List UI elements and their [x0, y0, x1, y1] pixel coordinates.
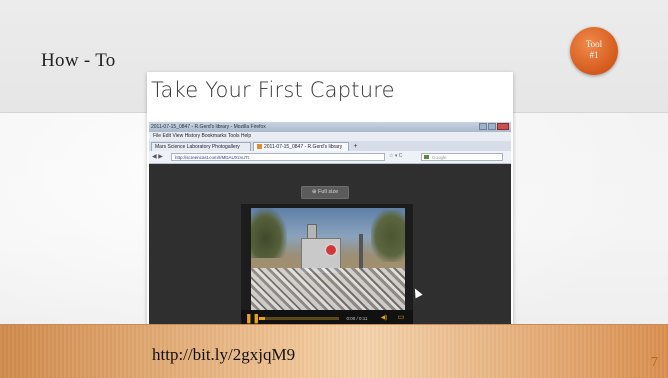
browser-menubar[interactable]: File Edit View History Bookmarks Tools H… [149, 132, 511, 141]
back-forward-icon[interactable]: ◀ ▶ [152, 153, 163, 160]
slide: How - To Tool #1 Take Your First Capture… [0, 0, 668, 378]
footer-link[interactable]: http://bit.ly/2gxjqM9 [152, 345, 295, 365]
tab-label: 2011-07-15_0847 - R.Gerd's library [264, 144, 343, 150]
time-readout: 0:00 / 0:11 [346, 316, 368, 321]
minimize-button[interactable] [479, 123, 487, 130]
slide-title: How - To [41, 50, 116, 71]
browser-window-title: 2011-07-15_0847 - R.Gerd's library - Moz… [151, 124, 266, 130]
full-size-button[interactable]: ⊕ Full size [301, 186, 349, 199]
browser-titlebar: 2011-07-15_0847 - R.Gerd's library - Moz… [149, 122, 511, 132]
progress-fill [259, 317, 266, 320]
reload-icon[interactable]: ☆ ▾ C [389, 153, 402, 159]
rubble-foreground [251, 268, 405, 310]
mouse-cursor-icon [411, 286, 423, 299]
video-frame[interactable] [251, 208, 405, 310]
badge-line1: Tool [585, 39, 603, 49]
fullscreen-icon[interactable]: ▭ [395, 313, 407, 323]
tool-badge: Tool #1 [570, 27, 618, 75]
browser-tabs: Mars Science Laboratory Photogallery 201… [149, 141, 511, 151]
new-tab-button[interactable]: + [351, 142, 360, 151]
volume-icon[interactable]: ◀) [377, 313, 391, 323]
embedded-screenshot: Take Your First Capture 2011-07-15_0847 … [147, 72, 513, 326]
tree-shape [251, 208, 287, 258]
url-input[interactable]: http://screencast.com/t/MDAUXcvuTt [171, 153, 385, 161]
pause-icon[interactable]: ❚❚ [245, 313, 260, 323]
progress-bar[interactable] [259, 317, 339, 320]
video-player[interactable]: ❚❚ 0:00 / 0:11 ◀) ▭ [241, 204, 413, 326]
maximize-button[interactable] [488, 123, 496, 130]
tab-library[interactable]: 2011-07-15_0847 - R.Gerd's library [253, 142, 349, 151]
window-controls [479, 123, 509, 131]
favicon-icon [257, 144, 262, 150]
page-number: 7 [651, 355, 658, 370]
close-button[interactable] [497, 123, 509, 130]
browser-menu-items[interactable]: File Edit View History Bookmarks Tools H… [153, 133, 251, 139]
tree-shape [371, 210, 405, 262]
zoom-icon: ⊕ [311, 189, 317, 195]
badge-line2: #1 [589, 50, 599, 60]
browser-window: 2011-07-15_0847 - R.Gerd's library - Moz… [149, 122, 511, 326]
address-toolbar: ◀ ▶ http://screencast.com/t/MDAUXcvuTt ☆… [149, 151, 511, 164]
tab-photogallery[interactable]: Mars Science Laboratory Photogallery [151, 142, 251, 151]
tab-label: Mars Science Laboratory Photogallery [155, 144, 240, 150]
search-input[interactable]: Google [421, 153, 503, 161]
footer-band: http://bit.ly/2gxjqM9 7 [0, 324, 668, 378]
screenshot-heading: Take Your First Capture [151, 78, 395, 102]
full-size-label: Full size [317, 189, 339, 195]
